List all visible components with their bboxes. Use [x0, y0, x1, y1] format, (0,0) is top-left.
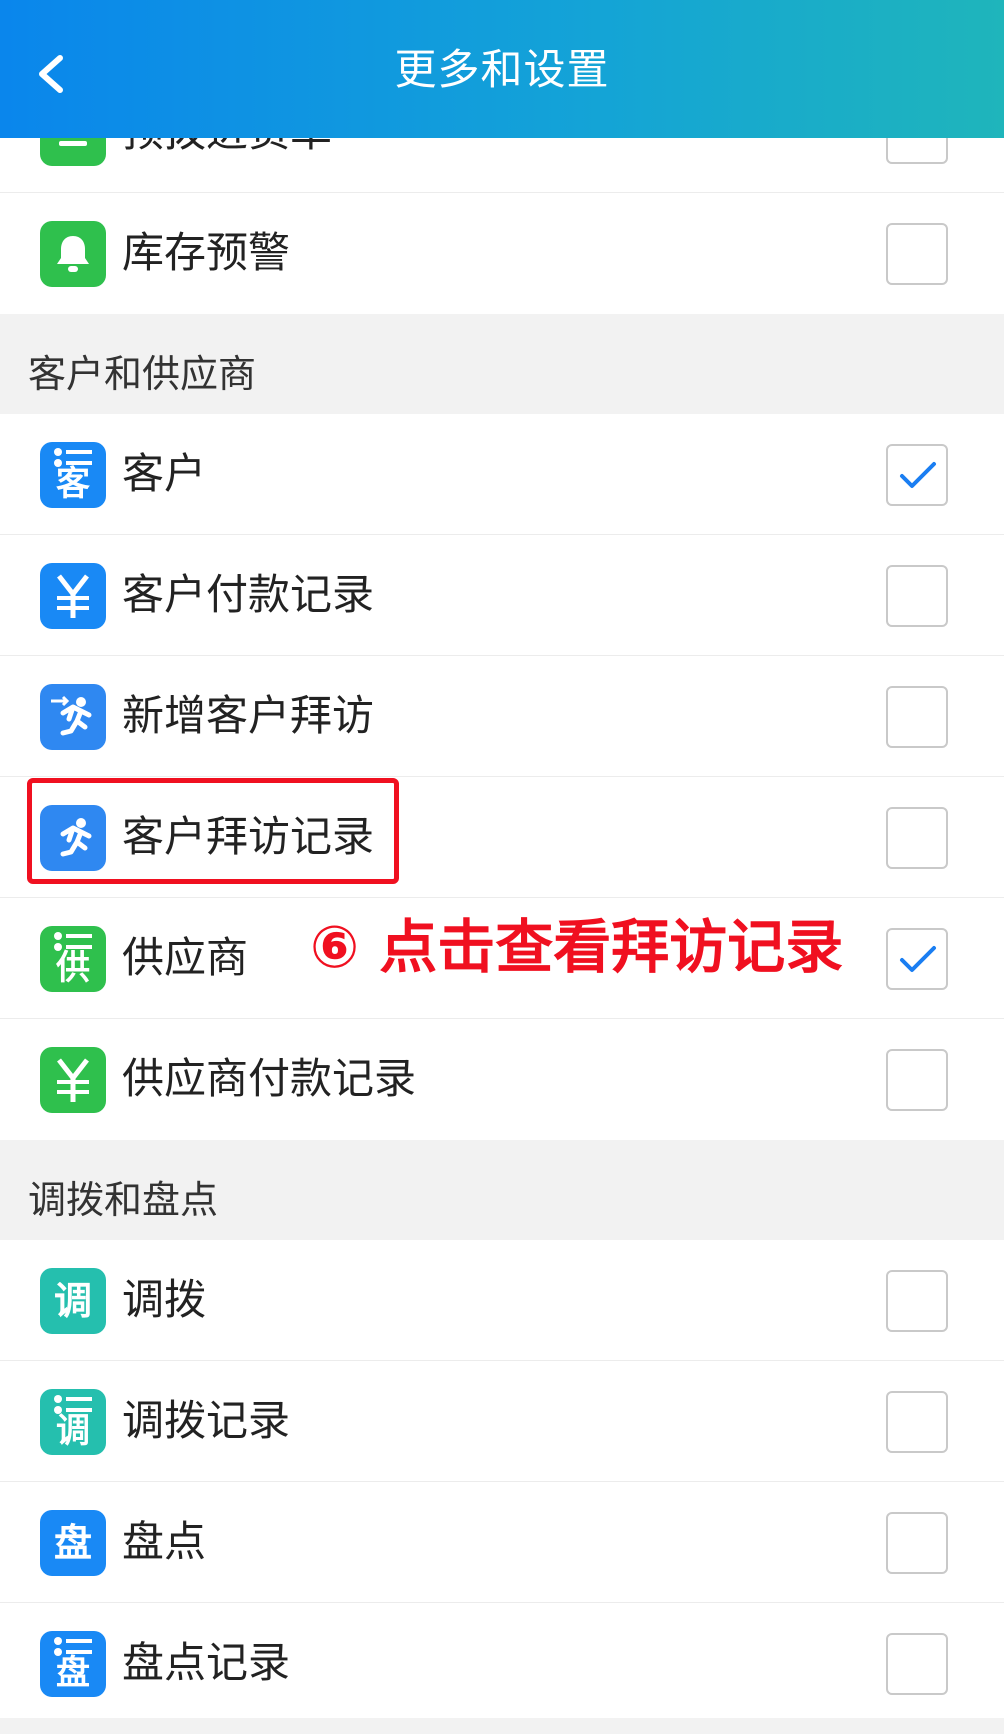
- list-item[interactable]: 调调拨记录: [0, 1361, 1004, 1482]
- list-item[interactable]: 客客户: [0, 414, 1004, 535]
- item-checkbox[interactable]: [886, 1270, 948, 1332]
- list-item-label: 盘点: [122, 1517, 207, 1566]
- section-group: 客客户 客户付款记录 新增客户拜访 客户拜访记录供供应商 供应商付款记录: [0, 414, 1004, 1140]
- list-item-label: 盘点记录: [122, 1638, 291, 1687]
- item-checkbox[interactable]: [886, 223, 948, 285]
- list-item[interactable]: 新增客户拜访: [0, 656, 1004, 777]
- checkmark-icon: [900, 462, 936, 488]
- customer-list-icon: 客: [40, 442, 106, 508]
- transfer-record-icon: 调: [40, 1389, 106, 1455]
- annotation-text: ⑥ 点击查看拜访记录: [310, 913, 844, 981]
- item-checkbox[interactable]: [886, 928, 948, 990]
- item-checkbox[interactable]: [886, 1049, 948, 1111]
- section-group: 预拨进货单库存预警: [0, 138, 1004, 314]
- list-item[interactable]: 库存预警: [0, 193, 1004, 314]
- item-checkbox[interactable]: [886, 807, 948, 869]
- list-item-label: 供应商付款记录: [122, 1054, 417, 1103]
- list-item-label: 库存预警: [122, 228, 291, 277]
- item-checkbox[interactable]: [886, 1512, 948, 1574]
- highlight-box: [27, 778, 399, 884]
- inventory-record-icon: 盘: [40, 1631, 106, 1697]
- supplier-list-icon: 供: [40, 926, 106, 992]
- list-item-label: 调拨: [122, 1275, 207, 1324]
- list-item[interactable]: 盘盘点记录: [0, 1603, 1004, 1724]
- list-item-label: 调拨记录: [122, 1396, 291, 1445]
- list-item[interactable]: 调调拨: [0, 1240, 1004, 1361]
- bottom-strip: [0, 1718, 1004, 1734]
- list-item-label: 供应商: [122, 933, 249, 982]
- transfer-icon: 调: [40, 1268, 106, 1334]
- checkmark-icon: [900, 946, 936, 972]
- item-checkbox[interactable]: [886, 1391, 948, 1453]
- item-checkbox[interactable]: [886, 444, 948, 506]
- list-item-label: 客户付款记录: [122, 570, 375, 619]
- section-group: 调调拨调调拨记录盘盘点盘盘点记录: [0, 1240, 1004, 1724]
- item-checkbox[interactable]: [886, 565, 948, 627]
- list-item[interactable]: 预拨进货单: [0, 138, 1004, 193]
- item-checkbox[interactable]: [886, 1633, 948, 1695]
- list-item[interactable]: 客户付款记录: [0, 535, 1004, 656]
- app-header: 更多和设置: [0, 0, 1004, 138]
- list-item-label: 客户: [122, 449, 207, 498]
- item-checkbox[interactable]: [886, 138, 948, 164]
- add-visit-icon: [40, 684, 106, 750]
- list-item[interactable]: 盘盘点: [0, 1482, 1004, 1603]
- yuan-icon: [40, 563, 106, 629]
- list-item-label: 预拨进货单: [122, 138, 332, 162]
- item-checkbox[interactable]: [886, 686, 948, 748]
- list-item[interactable]: 供应商付款记录: [0, 1019, 1004, 1140]
- list-icon: [40, 138, 106, 166]
- list-item-label: 新增客户拜访: [122, 691, 375, 740]
- yuan-icon: [40, 1047, 106, 1113]
- bell-icon: [40, 221, 106, 287]
- inventory-icon: 盘: [40, 1510, 106, 1576]
- page-title: 更多和设置: [394, 45, 610, 94]
- section-header: 客户和供应商: [0, 314, 1004, 414]
- section-header: 调拨和盘点: [0, 1140, 1004, 1240]
